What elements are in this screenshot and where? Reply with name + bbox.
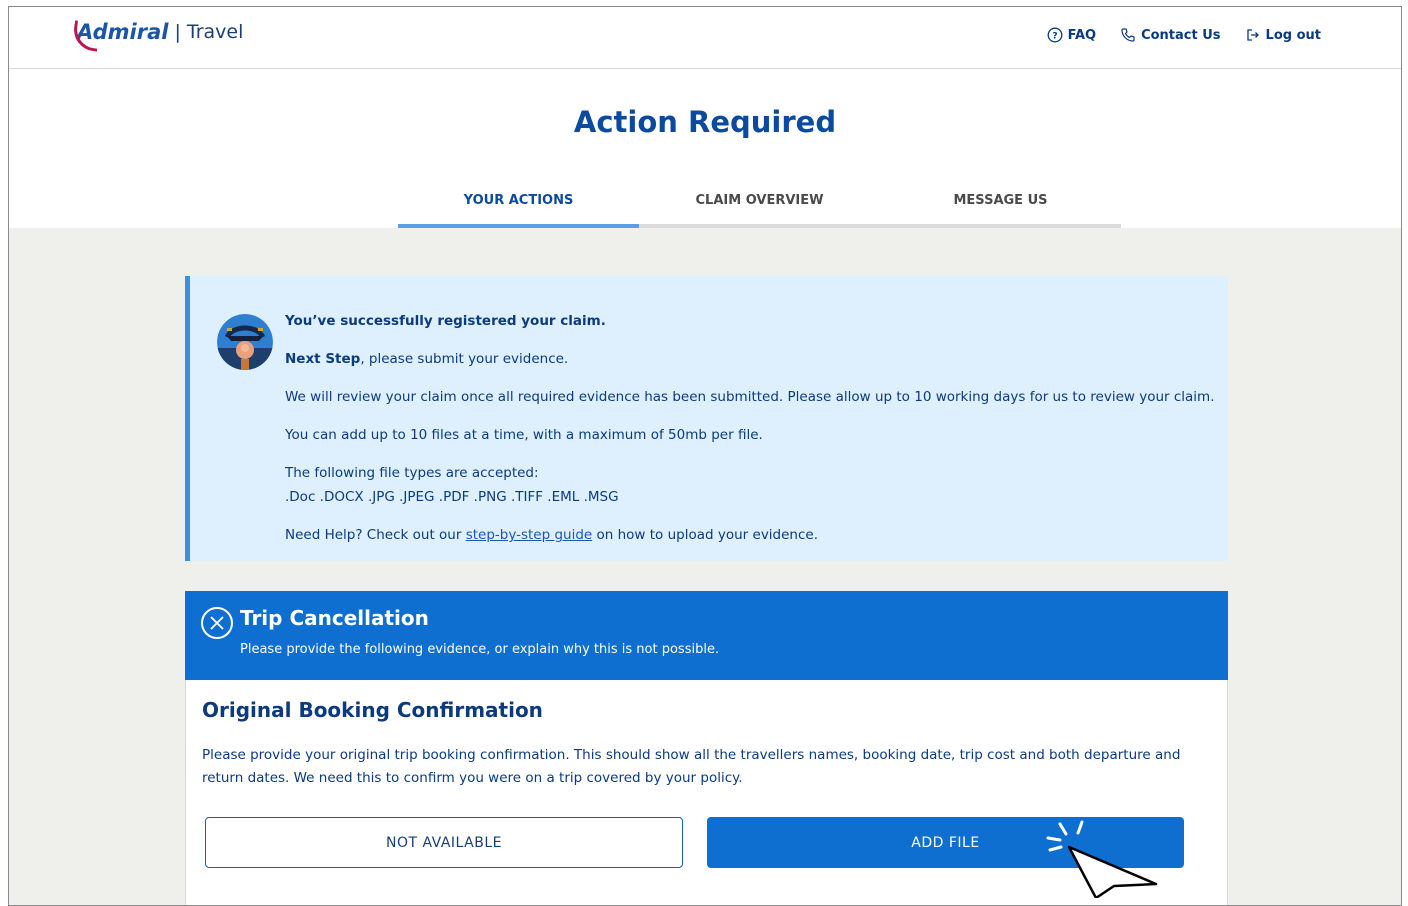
help-suffix: on how to upload your evidence. [592,527,819,543]
file-types-list: .Doc .DOCX .JPG .JPEG .PDF .PNG .TIFF .E… [285,489,619,505]
file-types-intro: The following file types are accepted: [285,465,539,481]
next-step-text: , please submit your evidence. [360,351,569,367]
success-heading: You’ve successfully registered your clai… [285,313,606,329]
admiral-mascot-avatar [217,314,273,370]
claim-section-header: Trip Cancellation Please provide the fol… [185,591,1228,680]
claim-title: Trip Cancellation [240,606,429,630]
contact-us-label: Contact Us [1141,27,1221,43]
faq-label: FAQ [1067,27,1097,43]
log-out-link[interactable]: Log out [1245,27,1321,43]
help-prefix: Need Help? Check out our [285,527,466,543]
admiral-logo[interactable]: Admiral | Travel [71,20,244,52]
tab-bar: YOUR ACTIONS CLAIM OVERVIEW MESSAGE US [398,185,1121,228]
browser-frame: Admiral | Travel ? FAQ Contact Us Log ou… [8,6,1402,906]
faq-link[interactable]: ? FAQ [1047,27,1097,43]
title-area: Action Required YOUR ACTIONS CLAIM OVERV… [9,69,1401,228]
add-file-button[interactable]: ADD FILE [707,817,1184,868]
files-limit-text: You can add up to 10 files at a time, wi… [285,427,763,443]
log-out-label: Log out [1265,27,1321,43]
step-by-step-guide-link[interactable]: step-by-step guide [466,527,593,543]
evidence-card: Original Booking Confirmation Please pro… [185,680,1228,905]
not-available-button[interactable]: NOT AVAILABLE [205,817,683,868]
svg-text:?: ? [1052,32,1057,42]
next-step-label: Next Step [285,351,361,367]
logo-subtitle: | Travel [174,21,244,43]
header-nav: ? FAQ Contact Us Log out [1047,27,1321,43]
contact-us-link[interactable]: Contact Us [1120,27,1221,43]
info-text: You’ve successfully registered your clai… [285,309,1215,561]
logo-wordmark: Admiral [71,20,168,52]
evidence-title: Original Booking Confirmation [202,698,543,722]
question-circle-icon: ? [1047,27,1063,43]
tab-claim-overview[interactable]: CLAIM OVERVIEW [639,185,880,224]
info-panel: You’ve successfully registered your clai… [185,276,1228,561]
evidence-description: Please provide your original trip bookin… [202,747,1181,786]
tab-message-us[interactable]: MESSAGE US [880,185,1121,224]
logo-swoosh-icon [71,20,101,52]
site-header: Admiral | Travel ? FAQ Contact Us Log ou… [9,7,1401,69]
phone-icon [1120,27,1136,43]
tab-your-actions[interactable]: YOUR ACTIONS [398,185,639,228]
logout-icon [1245,27,1261,43]
review-text: We will review your claim once all requi… [285,389,1215,405]
close-circle-icon[interactable] [201,607,233,639]
claim-subtitle: Please provide the following evidence, o… [240,642,720,657]
page-title: Action Required [573,105,837,139]
